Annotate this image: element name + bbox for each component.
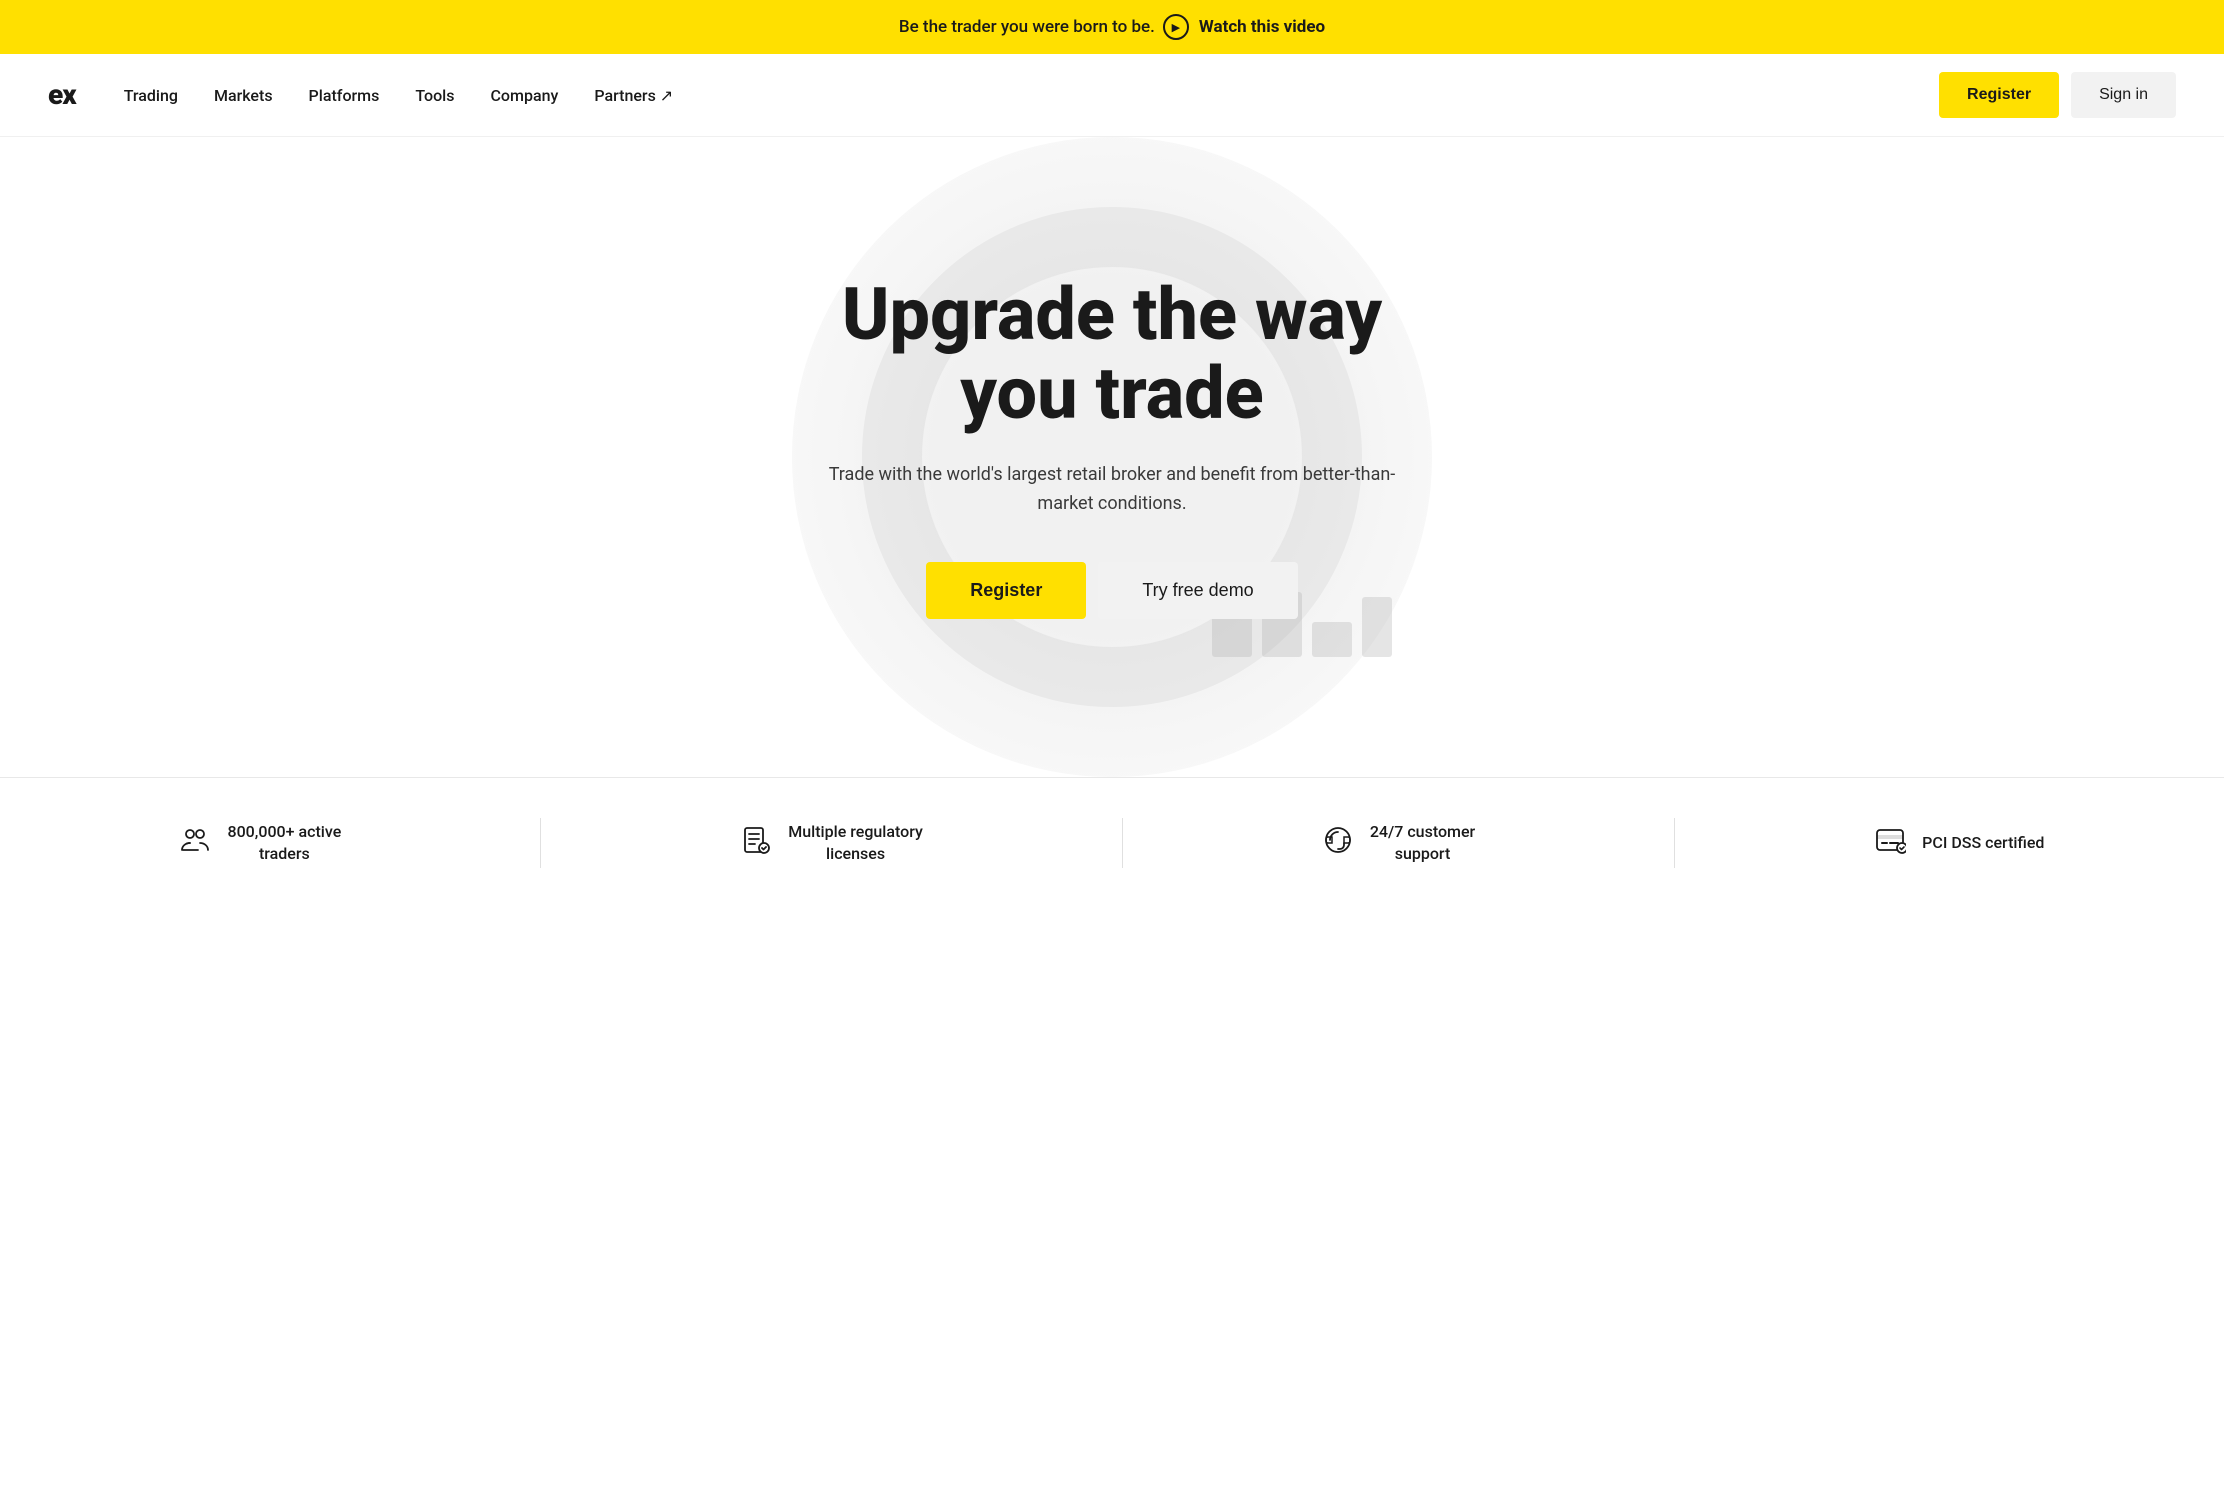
watch-video-link[interactable]: Watch this video [1199,17,1325,37]
logo[interactable]: ex [48,81,76,109]
top-banner: Be the trader you were born to be. ▶ Wat… [0,0,2224,54]
support-icon [1322,824,1354,863]
hero-demo-button[interactable]: Try free demo [1098,562,1297,619]
nav-platforms[interactable]: Platforms [309,86,380,105]
nav-register-button[interactable]: Register [1939,72,2059,118]
stat-licenses: Multiple regulatorylicenses [740,821,923,866]
stat-divider-3 [1674,818,1675,868]
pci-icon [1874,824,1906,863]
stat-divider-2 [1122,818,1123,868]
nav-company[interactable]: Company [490,86,558,105]
nav-tools[interactable]: Tools [415,86,454,105]
stat-support-text: 24/7 customersupport [1370,821,1475,866]
nav-links: Trading Markets Platforms Tools Company … [124,86,1939,105]
hero-content: Upgrade the way you trade Trade with the… [802,275,1422,620]
stat-pci-text: PCI DSS certified [1922,832,2044,854]
hero-subtitle: Trade with the world's largest retail br… [802,461,1422,519]
hero-buttons: Register Try free demo [802,562,1422,619]
stat-traders-text: 800,000+ activetraders [227,821,341,866]
stats-bar: 800,000+ activetraders Multiple regulato… [0,777,2224,908]
stat-traders: 800,000+ activetraders [179,821,341,866]
stat-divider-1 [540,818,541,868]
hero-section: Upgrade the way you trade Trade with the… [0,137,2224,777]
nav-partners[interactable]: Partners ↗ [594,86,673,105]
stat-licenses-text: Multiple regulatorylicenses [788,821,923,866]
nav-markets[interactable]: Markets [214,86,273,105]
nav-signin-button[interactable]: Sign in [2071,72,2176,118]
stat-support: 24/7 customersupport [1322,821,1475,866]
license-icon [740,824,772,863]
nav-actions: Register Sign in [1939,72,2176,118]
navbar: ex Trading Markets Platforms Tools Compa… [0,54,2224,137]
banner-text: Be the trader you were born to be. [899,17,1155,37]
users-icon [179,824,211,863]
play-icon: ▶ [1163,14,1189,40]
nav-trading[interactable]: Trading [124,86,178,105]
hero-title: Upgrade the way you trade [802,275,1422,433]
stat-pci: PCI DSS certified [1874,824,2044,863]
hero-register-button[interactable]: Register [926,562,1086,619]
